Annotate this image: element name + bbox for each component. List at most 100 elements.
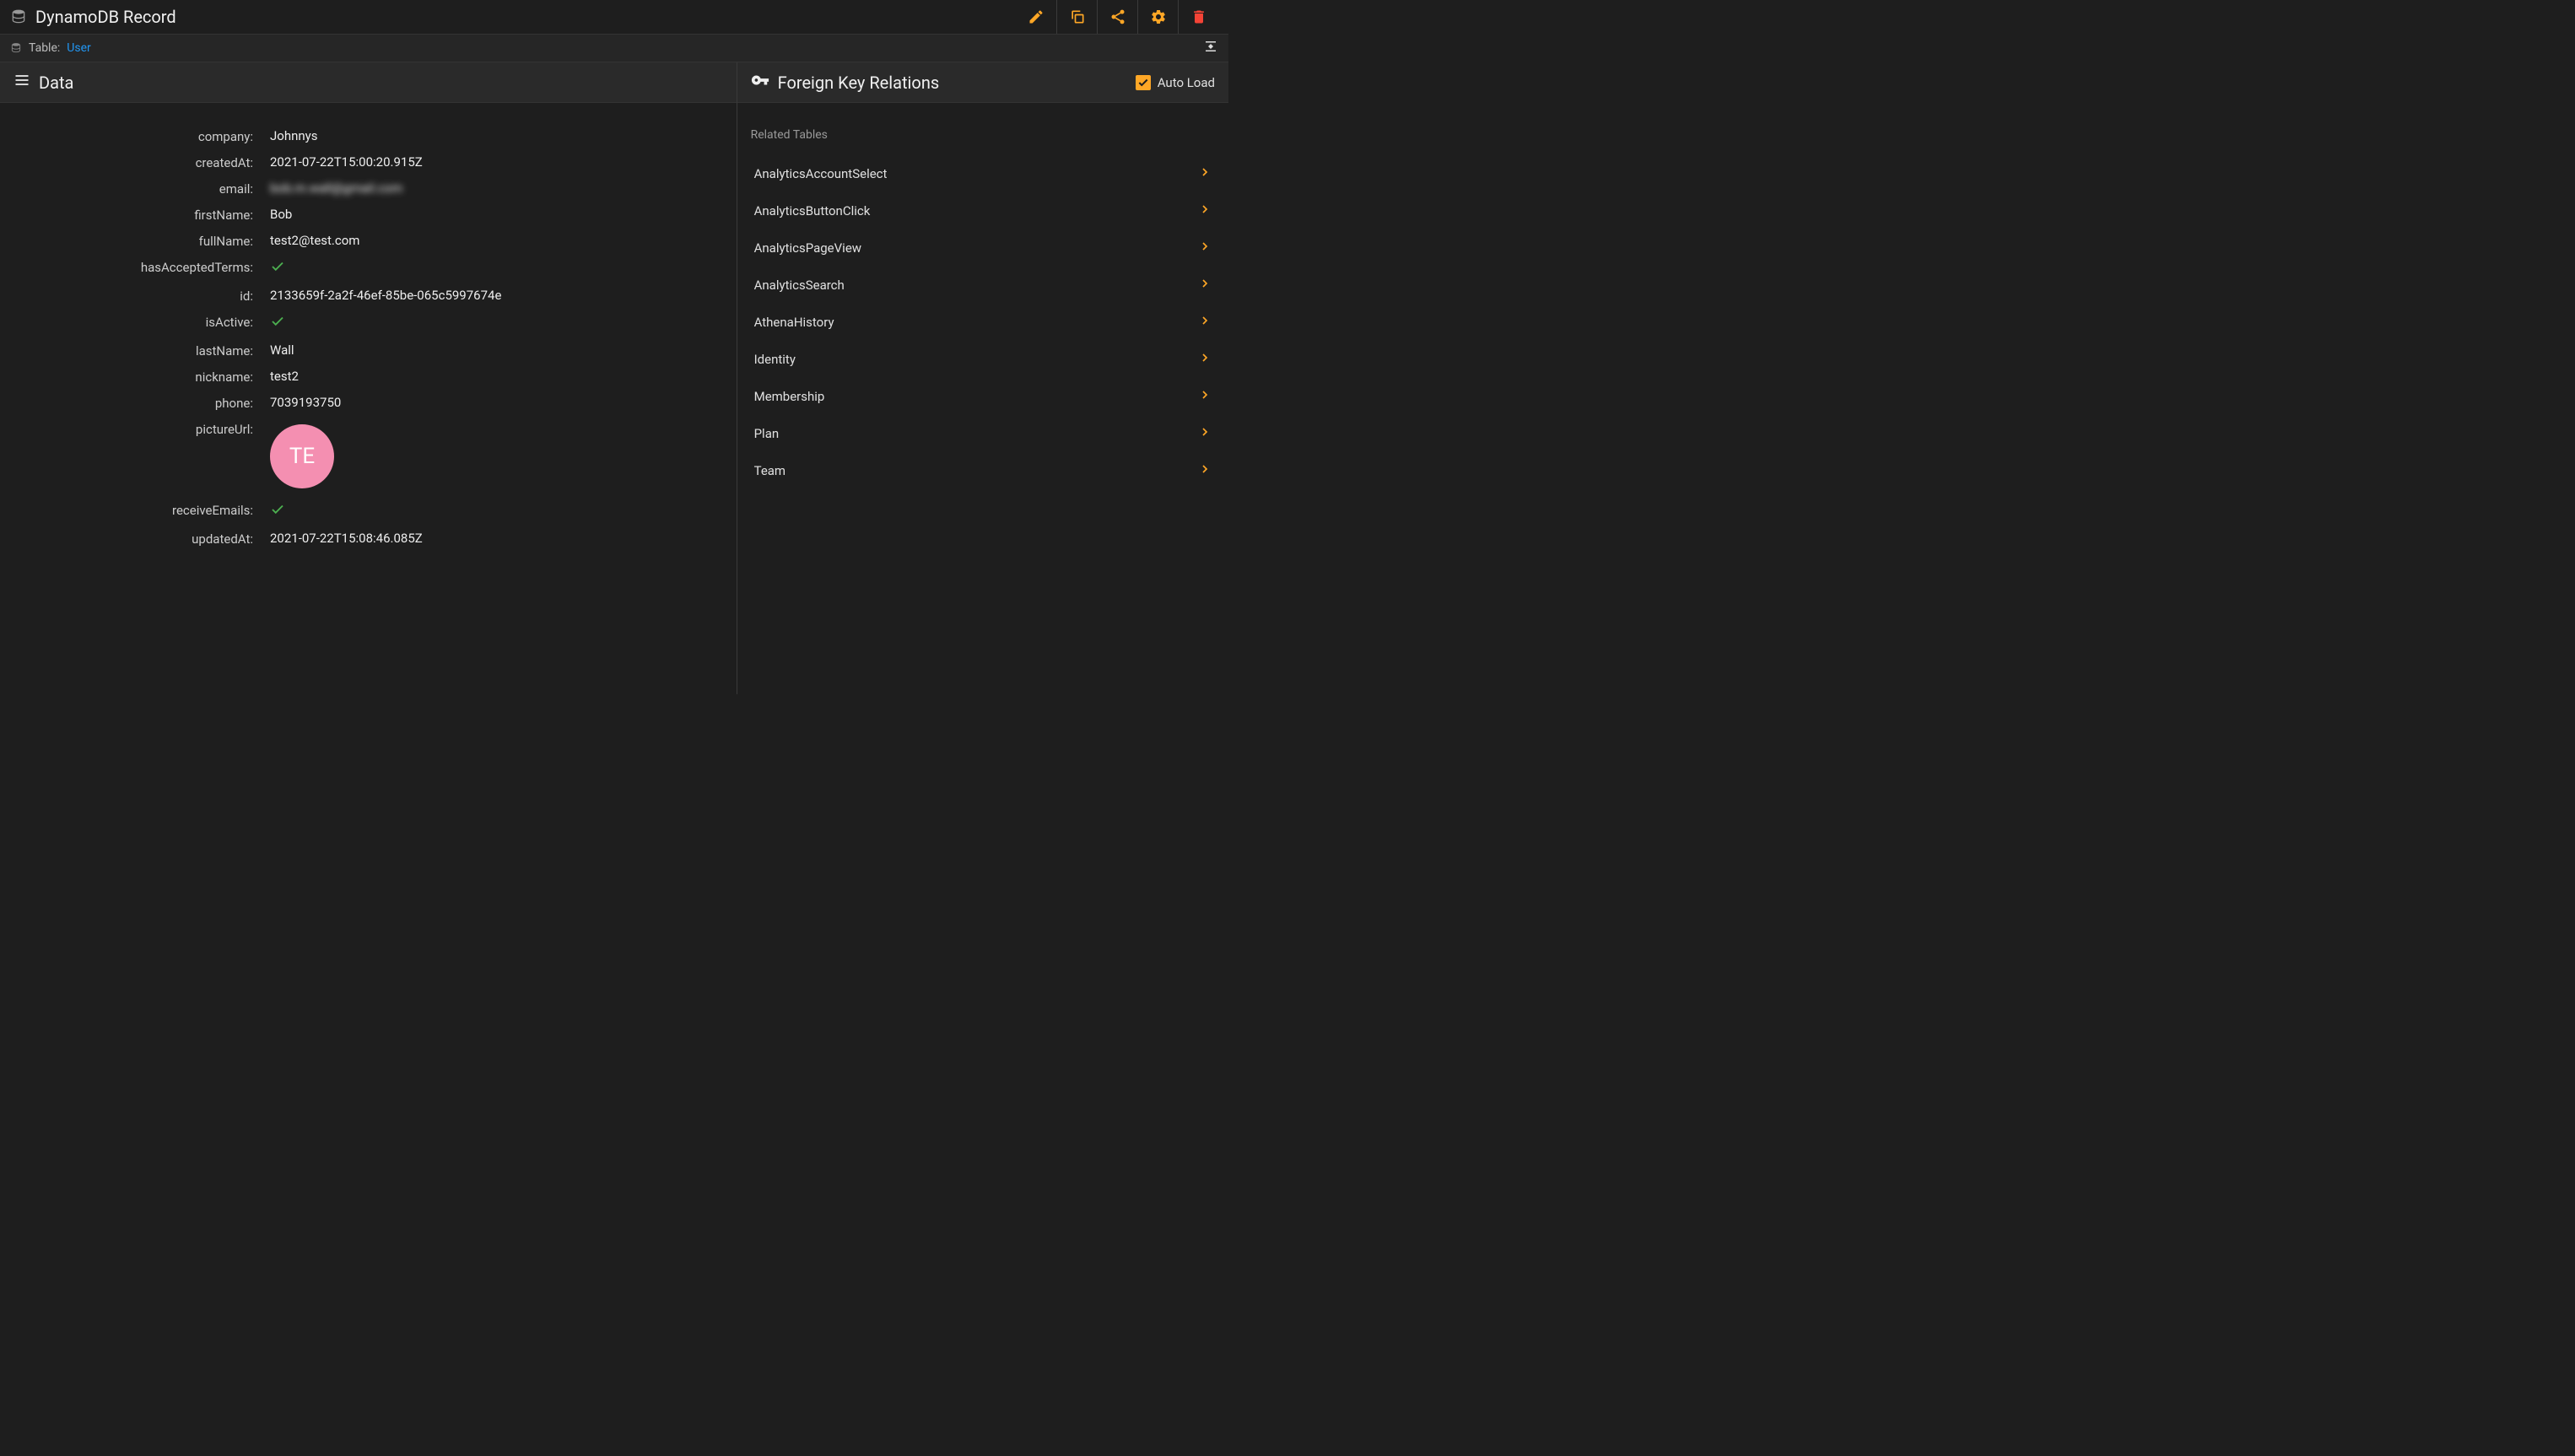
table-label: Table: bbox=[29, 41, 60, 55]
chevron-right-icon bbox=[1198, 240, 1212, 256]
database-icon bbox=[10, 8, 27, 25]
field-row: fullName:test2@test.com bbox=[17, 233, 720, 249]
field-value: 2133659f-2a2f-46ef-85be-065c5997674e bbox=[270, 288, 720, 303]
database-icon bbox=[10, 42, 22, 54]
related-table-item[interactable]: AthenaHistory bbox=[751, 304, 1215, 341]
related-tables-label: Related Tables bbox=[751, 128, 1215, 142]
field-value-check bbox=[270, 314, 720, 332]
field-value: test2 bbox=[270, 369, 720, 384]
fk-panel: Foreign Key Relations Auto Load Related … bbox=[737, 62, 1228, 694]
header-left: DynamoDB Record bbox=[10, 7, 176, 27]
table-name-link[interactable]: User bbox=[67, 41, 90, 55]
related-table-name: Team bbox=[754, 463, 786, 478]
copy-button[interactable] bbox=[1056, 0, 1097, 34]
chevron-right-icon bbox=[1198, 425, 1212, 442]
field-key: isActive: bbox=[17, 314, 270, 330]
chevron-right-icon bbox=[1198, 388, 1212, 405]
field-row: createdAt:2021-07-22T15:00:20.915Z bbox=[17, 154, 720, 170]
related-table-name: AnalyticsPageView bbox=[754, 240, 861, 256]
field-row: company:Johnnys bbox=[17, 128, 720, 144]
app-header: DynamoDB Record bbox=[0, 0, 1228, 34]
related-table-item[interactable]: AnalyticsSearch bbox=[751, 267, 1215, 304]
main-content: Data company:Johnnys createdAt:2021-07-2… bbox=[0, 62, 1228, 694]
edit-button[interactable] bbox=[1016, 0, 1056, 34]
related-table-item[interactable]: AnalyticsPageView bbox=[751, 229, 1215, 267]
header-actions bbox=[1016, 0, 1218, 34]
chevron-right-icon bbox=[1198, 351, 1212, 368]
related-table-item[interactable]: Membership bbox=[751, 378, 1215, 415]
field-key: nickname: bbox=[17, 369, 270, 385]
related-table-name: AnalyticsAccountSelect bbox=[754, 166, 888, 181]
chevron-right-icon bbox=[1198, 277, 1212, 294]
field-key: hasAcceptedTerms: bbox=[17, 259, 270, 275]
related-table-item[interactable]: Identity bbox=[751, 341, 1215, 378]
fk-title-text: Foreign Key Relations bbox=[778, 73, 940, 93]
related-table-item[interactable]: AnalyticsAccountSelect bbox=[751, 155, 1215, 192]
field-row: lastName:Wall bbox=[17, 342, 720, 359]
field-value-avatar: TE bbox=[270, 421, 720, 492]
field-value: 2021-07-22T15:00:20.915Z bbox=[270, 154, 720, 170]
field-key: pictureUrl: bbox=[17, 421, 270, 437]
key-icon bbox=[751, 71, 769, 94]
record-body: company:Johnnys createdAt:2021-07-22T15:… bbox=[0, 103, 737, 582]
field-value: 7039193750 bbox=[270, 395, 720, 410]
field-row: email:bob.m.wall@gmail.com bbox=[17, 181, 720, 197]
field-value: 2021-07-22T15:08:46.085Z bbox=[270, 531, 720, 546]
field-row: receiveEmails: bbox=[17, 502, 720, 520]
data-panel: Data company:Johnnys createdAt:2021-07-2… bbox=[0, 62, 737, 694]
chevron-right-icon bbox=[1198, 165, 1212, 182]
autoload-toggle[interactable]: Auto Load bbox=[1136, 75, 1215, 90]
chevron-right-icon bbox=[1198, 314, 1212, 331]
field-key: id: bbox=[17, 288, 270, 304]
field-row: id:2133659f-2a2f-46ef-85be-065c5997674e bbox=[17, 288, 720, 304]
related-table-name: Identity bbox=[754, 352, 796, 367]
related-table-item[interactable]: AnalyticsButtonClick bbox=[751, 192, 1215, 229]
page-title: DynamoDB Record bbox=[35, 7, 176, 27]
field-key: createdAt: bbox=[17, 154, 270, 170]
field-key: phone: bbox=[17, 395, 270, 411]
settings-button[interactable] bbox=[1137, 0, 1178, 34]
field-row: nickname:test2 bbox=[17, 369, 720, 385]
share-button[interactable] bbox=[1097, 0, 1137, 34]
field-value-check bbox=[270, 259, 720, 278]
field-key: email: bbox=[17, 181, 270, 197]
field-key: lastName: bbox=[17, 342, 270, 359]
field-value: bob.m.wall@gmail.com bbox=[270, 181, 720, 196]
field-value: Wall bbox=[270, 342, 720, 358]
field-key: firstName: bbox=[17, 207, 270, 223]
field-key: receiveEmails: bbox=[17, 502, 270, 518]
related-table-name: AthenaHistory bbox=[754, 315, 834, 330]
field-value: Johnnys bbox=[270, 128, 720, 143]
field-row: updatedAt:2021-07-22T15:08:46.085Z bbox=[17, 531, 720, 547]
data-title-text: Data bbox=[39, 73, 73, 93]
delete-button[interactable] bbox=[1178, 0, 1218, 34]
related-table-name: AnalyticsButtonClick bbox=[754, 203, 871, 218]
list-icon bbox=[13, 72, 30, 93]
related-tables-list: AnalyticsAccountSelect AnalyticsButtonCli… bbox=[751, 155, 1215, 489]
field-row: firstName:Bob bbox=[17, 207, 720, 223]
field-value: Bob bbox=[270, 207, 720, 222]
field-value-check bbox=[270, 502, 720, 520]
fk-body: Related Tables AnalyticsAccountSelectAna… bbox=[737, 103, 1228, 515]
avatar: TE bbox=[270, 424, 334, 488]
related-table-name: AnalyticsSearch bbox=[754, 278, 845, 293]
field-row: pictureUrl:TE bbox=[17, 421, 720, 492]
related-table-name: Plan bbox=[754, 426, 780, 441]
field-row: phone:7039193750 bbox=[17, 395, 720, 411]
field-row: hasAcceptedTerms: bbox=[17, 259, 720, 278]
expand-button[interactable] bbox=[1203, 39, 1218, 57]
related-table-item[interactable]: Team bbox=[751, 452, 1215, 489]
autoload-label: Auto Load bbox=[1158, 75, 1215, 90]
data-section-title: Data bbox=[13, 72, 73, 93]
checkbox-checked-icon bbox=[1136, 75, 1151, 90]
field-key: updatedAt: bbox=[17, 531, 270, 547]
chevron-right-icon bbox=[1198, 462, 1212, 479]
related-table-name: Membership bbox=[754, 389, 825, 404]
fk-section-header: Foreign Key Relations Auto Load bbox=[737, 62, 1228, 103]
related-table-item[interactable]: Plan bbox=[751, 415, 1215, 452]
field-key: company: bbox=[17, 128, 270, 144]
fk-section-title: Foreign Key Relations bbox=[751, 71, 940, 94]
field-value: test2@test.com bbox=[270, 233, 720, 248]
data-section-header: Data bbox=[0, 62, 737, 103]
chevron-right-icon bbox=[1198, 202, 1212, 219]
